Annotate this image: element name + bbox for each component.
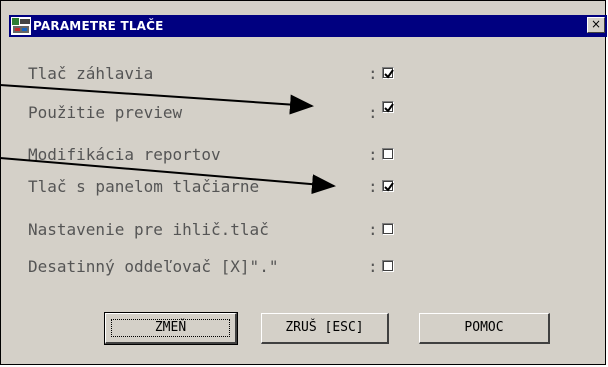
annotation-arrows	[0, 84, 336, 195]
annotation-arrow-printer-panel	[0, 157, 336, 195]
annotation-arrow-preview	[0, 84, 314, 115]
